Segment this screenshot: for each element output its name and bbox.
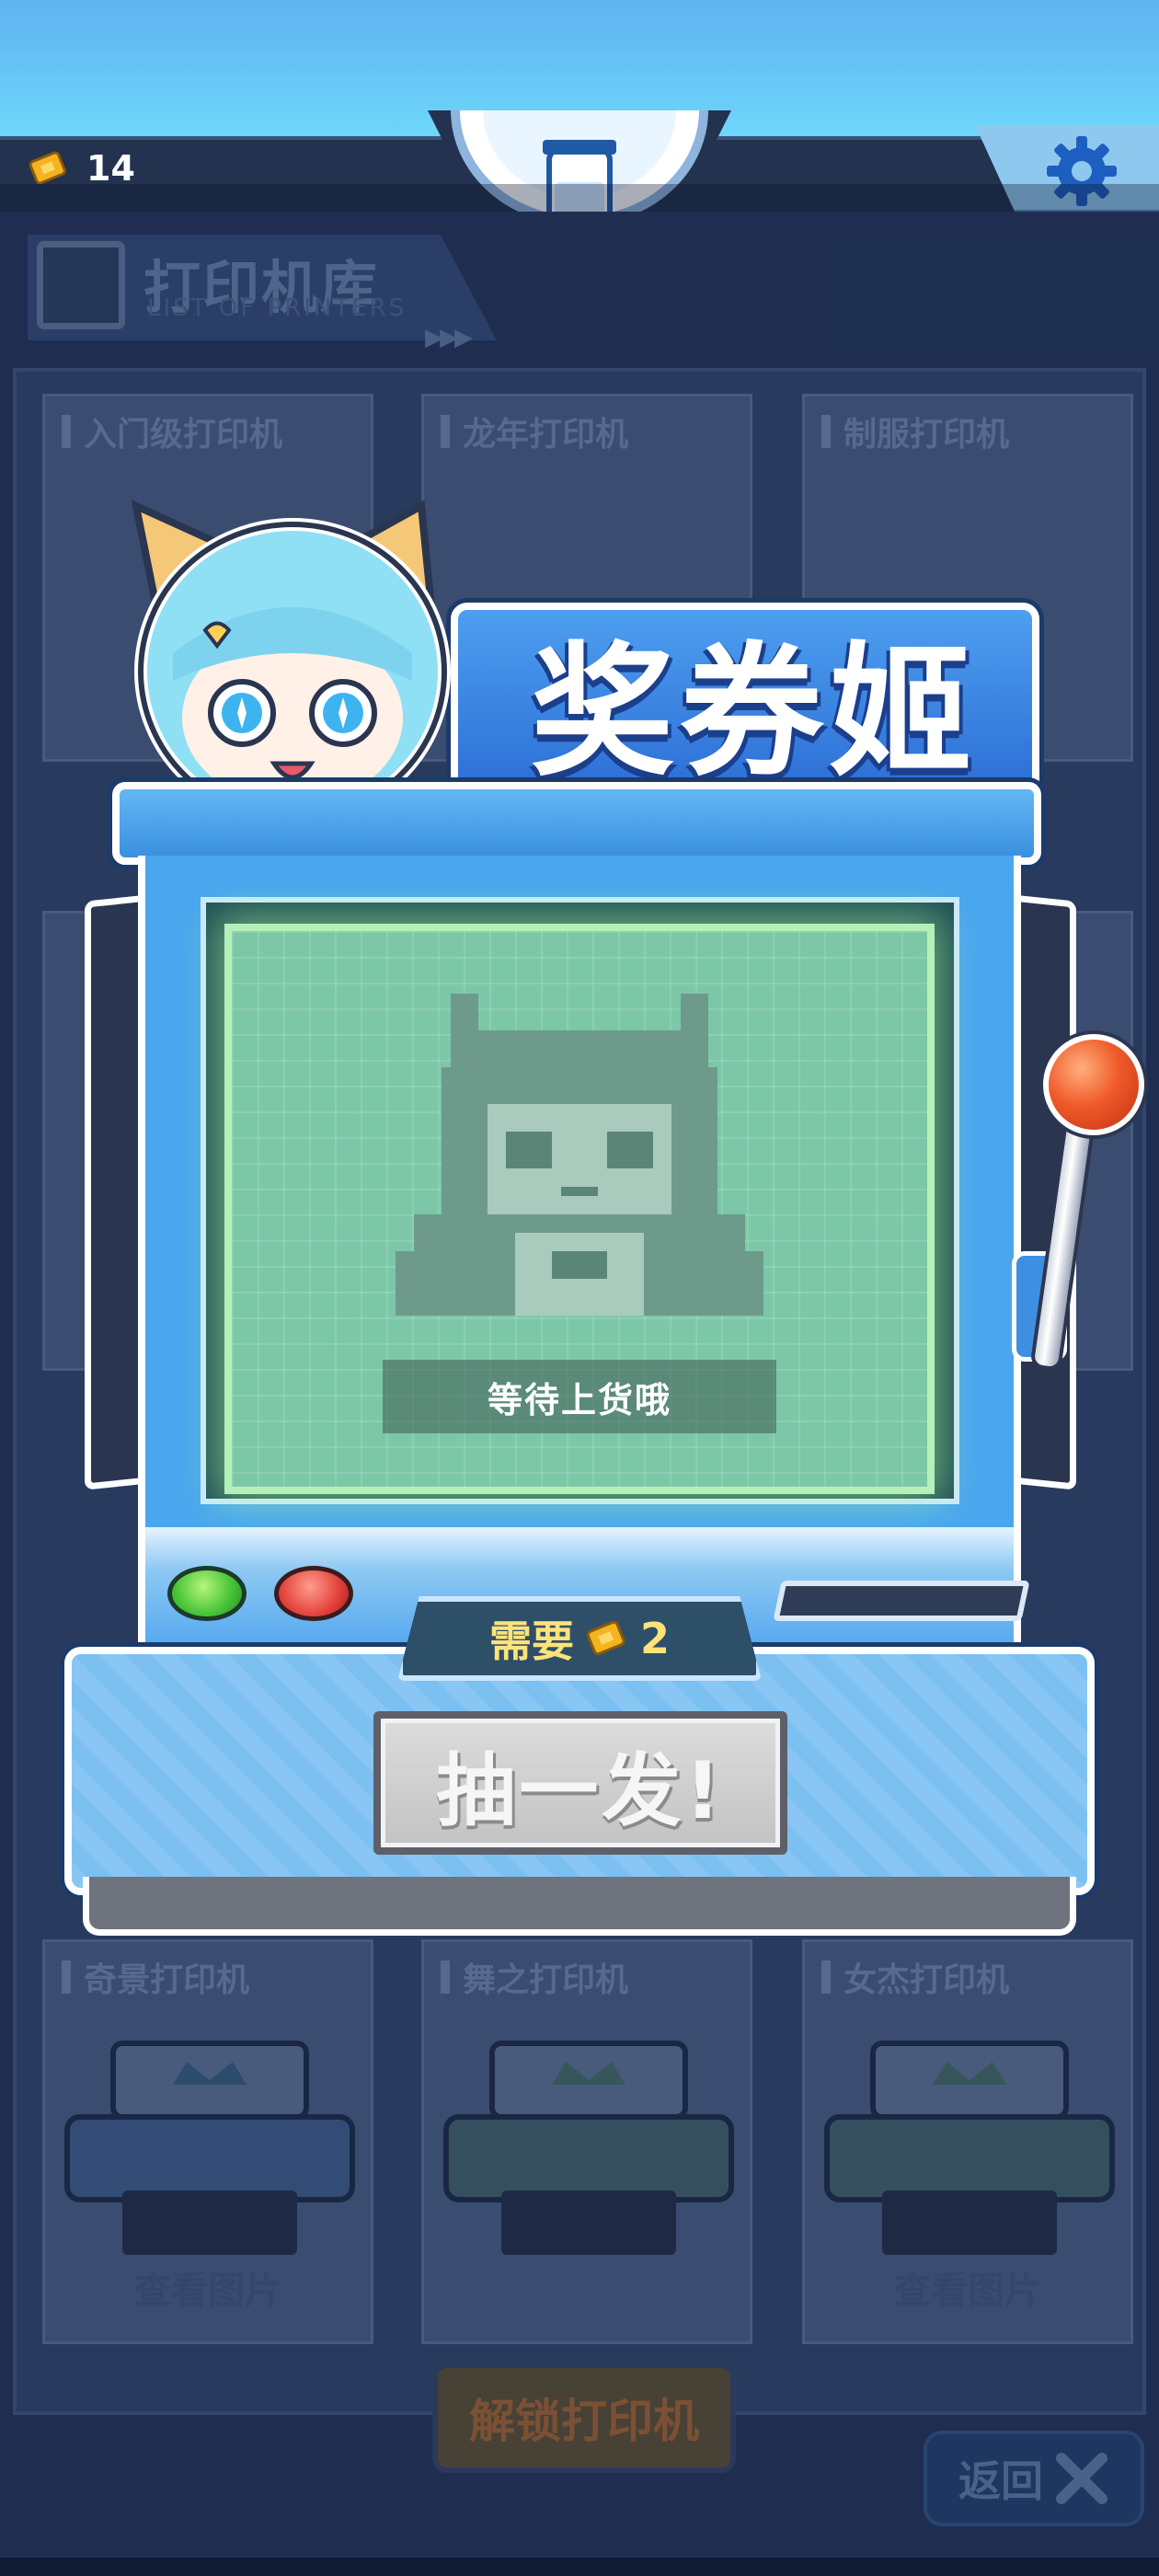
cabinet-top bbox=[112, 782, 1041, 865]
banner-title: 奖券姬 bbox=[531, 628, 978, 796]
red-arcade-button[interactable] bbox=[274, 1566, 353, 1621]
cost-value: 2 bbox=[639, 1614, 670, 1663]
ticket-icon bbox=[586, 1620, 625, 1656]
cost-label: 需要 bbox=[488, 1616, 574, 1666]
green-arcade-button[interactable] bbox=[167, 1566, 247, 1621]
status-text: 等待上货哦 bbox=[383, 1360, 776, 1433]
pixel-girl-silhouette bbox=[396, 994, 763, 1316]
coin-slot bbox=[773, 1581, 1030, 1621]
draw-once-button[interactable]: 抽一发! bbox=[373, 1711, 787, 1855]
cabinet-base bbox=[83, 1877, 1076, 1936]
lever-knob[interactable] bbox=[1043, 1034, 1144, 1135]
cost-plate: 需要 2 bbox=[397, 1596, 762, 1681]
ticket-count: 14 bbox=[86, 148, 135, 189]
